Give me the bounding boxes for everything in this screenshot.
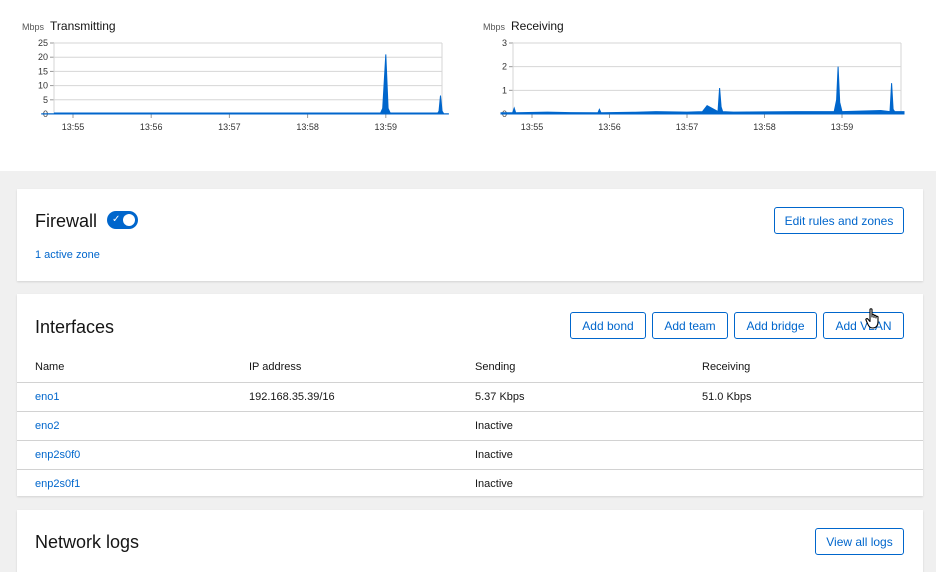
interface-sending: Inactive [475, 478, 513, 490]
y-tick-label: 2 [502, 62, 507, 72]
table-row[interactable]: eno2 Inactive [17, 411, 923, 440]
receiving-chart: Mbps Receiving 321013:5513:5613:5713:581… [483, 14, 913, 144]
y-tick-label: 20 [38, 52, 48, 62]
table-row[interactable]: enp2s0f1 Inactive [17, 469, 923, 498]
y-tick-label: 15 [38, 66, 48, 76]
interface-receiving: 51.0 Kbps [702, 391, 752, 403]
traffic-charts-panel: Mbps Transmitting 252015105013:5513:5613… [0, 0, 936, 171]
toggle-knob [123, 214, 135, 226]
x-tick-label: 13:55 [62, 122, 85, 132]
x-tick-label: 13:58 [753, 122, 776, 132]
interface-name-link[interactable]: eno1 [35, 391, 59, 403]
x-tick-label: 13:59 [375, 122, 398, 132]
active-zone-link[interactable]: 1 active zone [35, 249, 100, 261]
series-area [41, 54, 449, 115]
view-all-logs-button[interactable]: View all logs [815, 528, 904, 555]
interface-name-link[interactable]: eno2 [35, 420, 59, 432]
column-header-receiving: Receiving [702, 361, 751, 373]
y-tick-label: 25 [38, 38, 48, 48]
column-header-sending: Sending [475, 361, 516, 373]
interface-name-link[interactable]: enp2s0f0 [35, 449, 80, 461]
x-tick-label: 13:59 [831, 122, 854, 132]
interface-sending: Inactive [475, 420, 513, 432]
hand-pointer-cursor-icon [865, 308, 879, 329]
x-tick-label: 13:58 [296, 122, 319, 132]
transmitting-plot: 252015105013:5513:5613:5713:5813:59 [38, 38, 449, 132]
interface-ip: 192.168.35.39/16 [249, 391, 335, 403]
network-logs-title: Network logs [35, 532, 140, 552]
interface-sending: Inactive [475, 449, 513, 461]
firewall-toggle[interactable]: ✓ [107, 211, 138, 229]
check-icon: ✓ [112, 214, 121, 225]
transmitting-chart: Mbps Transmitting 252015105013:5513:5613… [22, 14, 452, 144]
interfaces-title: Interfaces [35, 317, 115, 337]
y-tick-label: 3 [502, 38, 507, 48]
interface-sending: 5.37 Kbps [475, 391, 525, 403]
interface-name-link[interactable]: enp2s0f1 [35, 478, 80, 490]
x-tick-label: 13:55 [521, 122, 544, 132]
y-tick-label: 5 [43, 95, 48, 105]
add-bond-button[interactable]: Add bond [570, 312, 646, 339]
column-header-name[interactable]: Name [35, 361, 64, 373]
x-tick-label: 13:57 [218, 122, 241, 132]
y-tick-label: 1 [502, 85, 507, 95]
table-row[interactable]: eno1 192.168.35.39/16 5.37 Kbps 51.0 Kbp… [17, 382, 923, 411]
x-tick-label: 13:56 [598, 122, 621, 132]
column-header-ip: IP address [249, 361, 302, 373]
interfaces-card: Interfaces Add bond Add team Add bridge … [17, 294, 923, 496]
receiving-plot: 321013:5513:5613:5713:5813:59 [500, 38, 905, 132]
firewall-card: Firewall ✓ 1 active zone Edit rules and … [17, 189, 923, 281]
edit-rules-and-zones-button[interactable]: Edit rules and zones [774, 207, 904, 234]
x-tick-label: 13:56 [140, 122, 163, 132]
x-tick-label: 13:57 [676, 122, 699, 132]
add-team-button[interactable]: Add team [652, 312, 728, 339]
add-bridge-button[interactable]: Add bridge [734, 312, 817, 339]
firewall-title: Firewall [35, 211, 98, 231]
y-tick-label: 10 [38, 81, 48, 91]
network-logs-card: Network logs View all logs [17, 510, 923, 572]
table-row[interactable]: enp2s0f0 Inactive [17, 440, 923, 469]
